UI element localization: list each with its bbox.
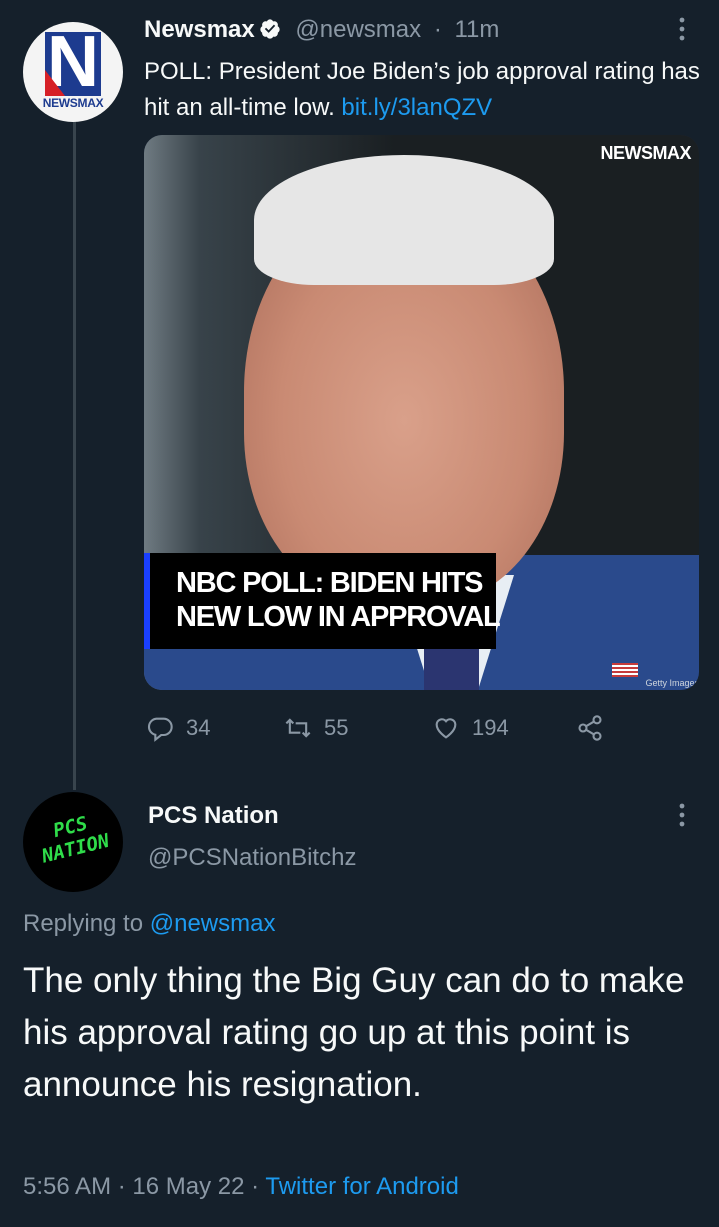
reply-count: 34: [186, 715, 211, 740]
reply-time[interactable]: 5:56 AM: [23, 1173, 111, 1200]
headline-line-1: NBC POLL: BIDEN HITS: [176, 567, 483, 599]
tweet-image[interactable]: NEWSMAX NBC POLL: BIDEN HITS NEW LOW IN …: [144, 135, 699, 690]
avatar-wordmark: NEWSMAX: [42, 96, 104, 110]
newsmax-avatar[interactable]: N NEWSMAX: [23, 22, 123, 122]
image-credit: Getty Images: [645, 678, 699, 688]
share-icon: [578, 715, 602, 741]
tweet-actions: 34 55 194: [144, 708, 704, 748]
thread-connector-line: [73, 110, 76, 790]
author-handle[interactable]: @newsmax: [295, 16, 421, 43]
image-headline: NBC POLL: BIDEN HITS NEW LOW IN APPROVAL: [144, 553, 501, 649]
heart-icon: [435, 718, 457, 739]
tweet-text: POLL: President Joe Biden’s job approval…: [144, 54, 704, 126]
more-vertical-icon[interactable]: [672, 800, 692, 830]
reply-meta: 5:56 AM · 16 May 22 · Twitter for Androi…: [23, 1173, 459, 1201]
replying-to-handle[interactable]: @newsmax: [150, 910, 276, 937]
reply-author-name[interactable]: PCS Nation: [148, 802, 279, 830]
headline-line-2: NEW LOW IN APPROVAL: [176, 601, 501, 633]
verified-badge-icon: [260, 19, 280, 39]
replying-to: Replying to @newsmax: [23, 910, 275, 938]
meta-separator: ·: [433, 16, 442, 43]
retweet-count: 55: [324, 715, 349, 740]
tweet-time[interactable]: 11m: [454, 16, 499, 43]
tweet-link[interactable]: bit.ly/3lanQZV: [341, 94, 492, 121]
more-vertical-icon[interactable]: [672, 14, 692, 44]
pcs-nation-avatar[interactable]: PCS NATION: [23, 792, 123, 892]
meta-separator: ·: [251, 1173, 260, 1200]
like-button[interactable]: 194: [432, 708, 509, 748]
retweet-button[interactable]: 55: [284, 708, 348, 748]
replying-to-label: Replying to: [23, 910, 144, 937]
retweet-icon: [285, 718, 311, 738]
reply-date[interactable]: 16 May 22: [132, 1173, 244, 1200]
reply-icon: [147, 717, 173, 742]
reply-source[interactable]: Twitter for Android: [265, 1173, 458, 1200]
tweet-header: Newsmax @newsmax · 11m: [144, 14, 499, 46]
author-name[interactable]: Newsmax: [144, 16, 255, 43]
meta-separator: ·: [117, 1173, 126, 1200]
share-button[interactable]: [576, 708, 616, 748]
image-watermark: NEWSMAX: [600, 143, 692, 163]
reply-button[interactable]: 34: [146, 708, 210, 748]
flag-pin-icon: [612, 663, 638, 677]
reply-text: The only thing the Big Guy can do to mak…: [23, 961, 685, 1104]
reply-author-handle[interactable]: @PCSNationBitchz: [148, 844, 356, 872]
like-count: 194: [472, 715, 509, 740]
